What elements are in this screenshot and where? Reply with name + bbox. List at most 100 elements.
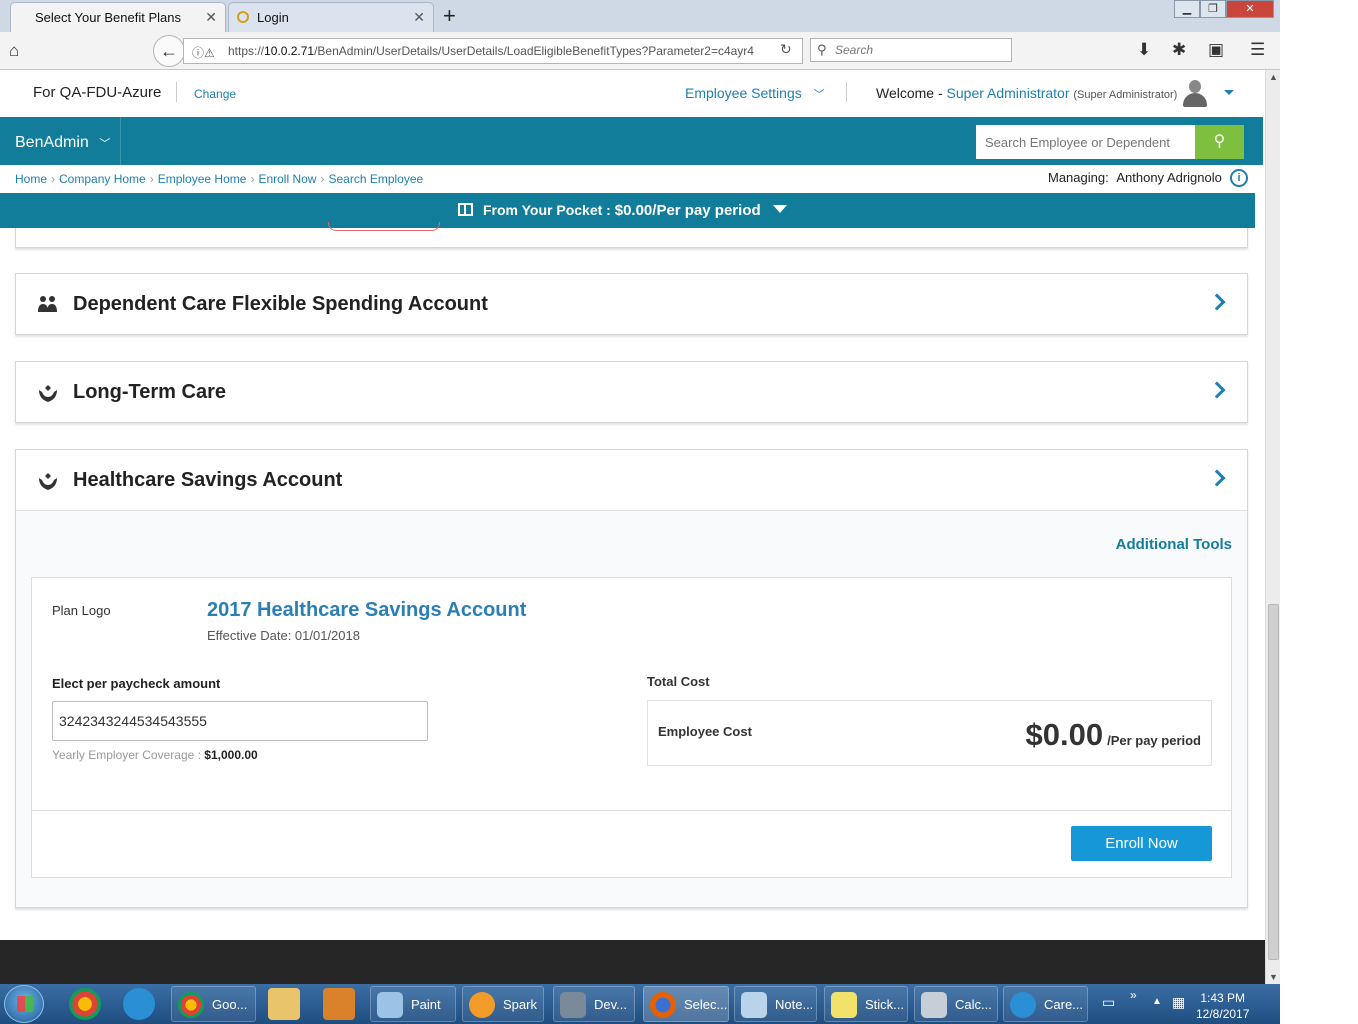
taskbar-label: Note... [775, 997, 814, 1012]
pocket-amount: $0.00/Per pay period [614, 202, 761, 219]
tab-title: Select Your Benefit Plans [35, 10, 181, 25]
breadcrumb-separator: › [250, 172, 255, 186]
breadcrumb-company-home[interactable]: Company Home [59, 172, 146, 186]
home-icon[interactable]: ⌂ [9, 41, 19, 61]
employee-settings-menu[interactable]: Employee Settings ﹀ [685, 85, 825, 102]
sidebar-icon[interactable]: ▣ [1208, 40, 1224, 60]
benadmin-menu[interactable]: BenAdmin ﹀ [15, 134, 110, 152]
firefox-icon [650, 992, 676, 1018]
file-explorer-icon[interactable] [268, 988, 300, 1020]
taskbar-label: Selec... [684, 997, 728, 1012]
scroll-thumb[interactable] [1268, 604, 1279, 960]
address-bar[interactable]: ⓘ⚠ https://10.0.2.71/BenAdmin/UserDetail… [183, 38, 803, 64]
page-scrollbar[interactable]: ▲ ▼ [1265, 70, 1280, 984]
breadcrumb-employee-home[interactable]: Employee Home [158, 172, 247, 186]
breadcrumb-search-employee[interactable]: Search Employee [328, 172, 423, 186]
benefit-card-dependent-care-fsa[interactable]: Dependent Care Flexible Spending Account [15, 273, 1248, 335]
tab-login[interactable]: Login ✕ [228, 2, 434, 32]
additional-tools-link[interactable]: Additional Tools [1116, 536, 1232, 553]
window-controls: ▁ ❐ ✕ [1174, 0, 1280, 20]
card-header[interactable]: Healthcare Savings Account [16, 450, 1247, 510]
back-arrow-icon[interactable]: ← [153, 35, 185, 67]
taskbar-label: Calc... [955, 997, 992, 1012]
media-player-icon[interactable] [323, 988, 355, 1020]
employee-settings-label: Employee Settings [685, 85, 802, 101]
benefit-card-long-term-care[interactable]: Long-Term Care [15, 361, 1248, 423]
benefit-card-healthcare-savings-account: Healthcare Savings Account Additional To… [15, 449, 1248, 908]
sticky-notes-icon [831, 992, 857, 1018]
user-name-link[interactable]: Super Administrator [947, 85, 1070, 101]
taskbar-item-spark[interactable]: Spark [462, 986, 544, 1022]
close-window-icon[interactable]: ✕ [1226, 0, 1274, 18]
divider [846, 82, 847, 102]
extension-icon[interactable]: ✱ [1172, 40, 1186, 60]
chevron-down-icon: ﹀ [813, 89, 825, 101]
card-title: Long-Term Care [73, 381, 226, 403]
card-body: Additional Tools Plan Logo 2017 Healthca… [16, 510, 1247, 907]
favicon-icon [237, 11, 249, 23]
spark-icon [469, 992, 495, 1018]
enroll-now-button[interactable]: Enroll Now [1071, 826, 1212, 861]
taskbar-item-chrome[interactable]: Goo... [171, 986, 256, 1022]
tray-folder-icon[interactable]: ▭ [1102, 994, 1115, 1011]
menu-icon[interactable]: ☰ [1250, 40, 1265, 60]
ie-icon[interactable] [123, 988, 155, 1020]
close-tab-icon[interactable]: ✕ [413, 9, 425, 26]
employee-cost-value: $0.00 [1025, 717, 1104, 752]
taskbar-item-paint[interactable]: Paint [370, 986, 456, 1022]
employee-cost-label: Employee Cost [658, 724, 752, 739]
search-button[interactable]: ⚲ [1195, 125, 1244, 159]
care-hands-icon [39, 385, 57, 402]
breadcrumb-separator: › [51, 172, 56, 186]
elect-amount-input[interactable] [52, 701, 428, 741]
download-icon[interactable]: ⬇ [1137, 40, 1151, 60]
search-icon: ⚲ [817, 42, 827, 57]
taskbar-item-notepad[interactable]: Note... [734, 986, 817, 1022]
system-clock[interactable]: 1:43 PM 12/8/2017 [1196, 990, 1249, 1022]
chrome-icon[interactable] [69, 988, 101, 1020]
taskbar-item-calculator[interactable]: Calc... [914, 986, 998, 1022]
card-title: Healthcare Savings Account [73, 469, 343, 491]
start-button[interactable] [4, 985, 44, 1023]
from-your-pocket-bar[interactable]: From Your Pocket : $0.00/Per pay period [0, 193, 1255, 228]
taskbar-label: Paint [411, 997, 441, 1012]
care-hands-icon [39, 473, 57, 490]
taskbar-item-sticky-notes[interactable]: Stick... [824, 986, 908, 1022]
tray-expand-icon[interactable]: » [1130, 988, 1137, 1002]
tab-select-benefit-plans[interactable]: Select Your Benefit Plans ✕ [10, 2, 226, 32]
new-tab-icon[interactable]: + [443, 3, 456, 29]
info-icon[interactable]: i [1230, 169, 1248, 187]
breadcrumb-home[interactable]: Home [15, 172, 47, 186]
page-footer [0, 940, 1265, 984]
maximize-icon[interactable]: ❐ [1200, 0, 1226, 18]
breadcrumb-enroll-now[interactable]: Enroll Now [258, 172, 316, 186]
network-icon[interactable]: ▦ [1172, 994, 1185, 1011]
taskbar-item-firefox[interactable]: Selec... [643, 986, 729, 1022]
show-hidden-icons-icon[interactable]: ▲ [1152, 996, 1162, 1007]
caret-down-icon[interactable] [772, 205, 787, 213]
card-header: Dependent Care Flexible Spending Account [16, 274, 1247, 334]
tab-title: Login [257, 10, 289, 25]
divider [32, 810, 1231, 811]
scroll-up-icon[interactable]: ▲ [1269, 72, 1278, 82]
minimize-icon[interactable]: ▁ [1174, 0, 1200, 18]
user-menu-caret-icon[interactable] [1224, 90, 1234, 95]
browser-search-input[interactable]: ⚲ Search [810, 38, 1012, 62]
site-info-icon[interactable]: ⓘ⚠ [192, 44, 215, 61]
change-company-link[interactable]: Change [194, 87, 236, 101]
avatar[interactable] [1181, 78, 1209, 108]
chevron-right-icon[interactable] [1208, 293, 1226, 311]
taskbar-item-dev[interactable]: Dev... [553, 986, 635, 1022]
chevron-right-icon[interactable] [1208, 469, 1226, 487]
employee-search-input[interactable] [976, 125, 1196, 159]
chevron-right-icon[interactable] [1208, 381, 1226, 399]
taskbar-label: Spark [503, 997, 537, 1012]
plan-name[interactable]: 2017 Healthcare Savings Account [207, 599, 526, 622]
system-tray: ▭ » ▲ ▦ [1098, 984, 1280, 1024]
scroll-down-icon[interactable]: ▼ [1269, 972, 1278, 982]
close-tab-icon[interactable]: ✕ [205, 9, 217, 26]
main-nav: BenAdmin ﹀ ⚲ [0, 117, 1263, 165]
browser-nav-bar: ⌂ ← ⓘ⚠ https://10.0.2.71/BenAdmin/UserDe… [0, 32, 1280, 70]
taskbar-item-ie[interactable]: Care... [1003, 986, 1088, 1022]
pocket-label: From Your Pocket : [483, 202, 615, 218]
